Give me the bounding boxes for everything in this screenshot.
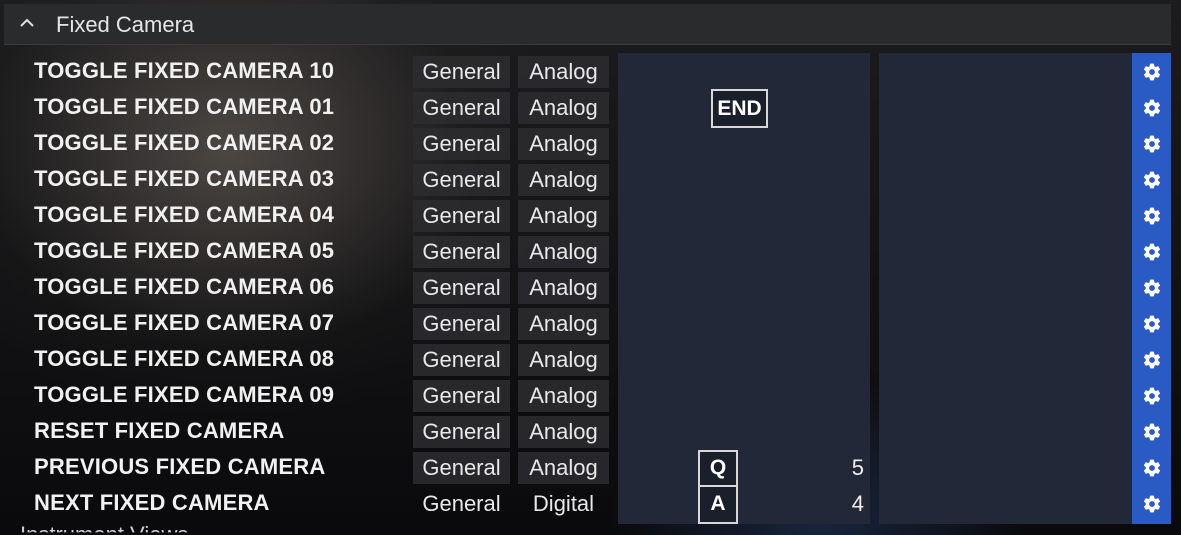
input-type-cell: Analog xyxy=(518,200,609,232)
gear-icon[interactable] xyxy=(1132,126,1171,162)
input-type-cell: Analog xyxy=(518,56,609,88)
chevron-up-icon[interactable] xyxy=(18,14,36,32)
category-cell: General xyxy=(413,128,510,160)
table-row[interactable]: TOGGLE FIXED CAMERA 08 General Analog xyxy=(0,342,1181,378)
category-cell: General xyxy=(413,164,510,196)
gear-icon[interactable] xyxy=(1132,342,1171,378)
section-title: Fixed Camera xyxy=(56,12,195,37)
input-type-cell: Digital xyxy=(532,491,595,516)
binding-key-q[interactable]: Q xyxy=(698,450,738,486)
category-cell: General xyxy=(413,200,510,232)
gear-icon[interactable] xyxy=(1132,234,1171,270)
table-row[interactable]: TOGGLE FIXED CAMERA 10 General Analog xyxy=(0,54,1181,90)
table-row[interactable]: TOGGLE FIXED CAMERA 09 General Analog xyxy=(0,378,1181,414)
category-cell: General xyxy=(413,416,510,448)
gear-icon[interactable] xyxy=(1132,450,1171,486)
category-cell: General xyxy=(422,491,501,516)
control-name: TOGGLE FIXED CAMERA 10 xyxy=(34,58,335,83)
category-cell: General xyxy=(413,344,510,376)
binding-key-end[interactable]: END xyxy=(711,89,768,128)
input-type-cell: Analog xyxy=(518,164,609,196)
input-type-cell: Analog xyxy=(518,128,609,160)
category-cell: General xyxy=(413,92,510,124)
input-type-cell: Analog xyxy=(518,92,609,124)
control-name: RESET FIXED CAMERA xyxy=(34,418,285,443)
table-row[interactable]: PREVIOUS FIXED CAMERA General Analog xyxy=(0,450,1181,486)
table-row[interactable]: TOGGLE FIXED CAMERA 03 General Analog xyxy=(0,162,1181,198)
table-row[interactable]: RESET FIXED CAMERA General Analog xyxy=(0,414,1181,450)
table-row[interactable]: TOGGLE FIXED CAMERA 05 General Analog xyxy=(0,234,1181,270)
control-name: TOGGLE FIXED CAMERA 09 xyxy=(34,382,335,407)
input-type-cell: Analog xyxy=(518,272,609,304)
gear-icon[interactable] xyxy=(1132,486,1171,522)
category-cell: General xyxy=(413,272,510,304)
category-cell: General xyxy=(413,308,510,340)
table-row[interactable]: TOGGLE FIXED CAMERA 04 General Analog xyxy=(0,198,1181,234)
control-name: TOGGLE FIXED CAMERA 04 xyxy=(34,202,335,227)
input-type-cell: Analog xyxy=(518,380,609,412)
gear-icon[interactable] xyxy=(1132,198,1171,234)
table-row[interactable]: TOGGLE FIXED CAMERA 07 General Analog xyxy=(0,306,1181,342)
table-row[interactable]: TOGGLE FIXED CAMERA 02 General Analog xyxy=(0,126,1181,162)
control-name: TOGGLE FIXED CAMERA 02 xyxy=(34,130,335,155)
binding-key-a[interactable]: A xyxy=(698,486,738,524)
input-type-cell: Analog xyxy=(518,344,609,376)
control-name: TOGGLE FIXED CAMERA 05 xyxy=(34,238,335,263)
category-cell: General xyxy=(413,236,510,268)
category-cell: General xyxy=(413,452,510,484)
control-name: NEXT FIXED CAMERA xyxy=(34,490,270,515)
category-cell: General xyxy=(413,380,510,412)
input-type-cell: Analog xyxy=(518,308,609,340)
control-name: TOGGLE FIXED CAMERA 03 xyxy=(34,166,335,191)
table-row[interactable]: NEXT FIXED CAMERA General Digital xyxy=(0,486,1181,522)
gear-icon[interactable] xyxy=(1132,270,1171,306)
input-type-cell: Analog xyxy=(518,452,609,484)
category-cell: General xyxy=(413,56,510,88)
control-name: PREVIOUS FIXED CAMERA xyxy=(34,454,326,479)
input-type-cell: Analog xyxy=(518,416,609,448)
gear-icon[interactable] xyxy=(1132,90,1171,126)
gear-icon[interactable] xyxy=(1132,414,1171,450)
control-name: TOGGLE FIXED CAMERA 01 xyxy=(34,94,335,119)
table-row[interactable]: TOGGLE FIXED CAMERA 01 General Analog xyxy=(0,90,1181,126)
gear-icon[interactable] xyxy=(1132,54,1171,90)
control-name: TOGGLE FIXED CAMERA 07 xyxy=(34,310,335,335)
section-header-fixed-camera[interactable]: Fixed Camera xyxy=(4,4,1171,45)
table-row[interactable]: TOGGLE FIXED CAMERA 06 General Analog xyxy=(0,270,1181,306)
gear-icon[interactable] xyxy=(1132,306,1171,342)
control-name: TOGGLE FIXED CAMERA 06 xyxy=(34,274,335,299)
control-name: TOGGLE FIXED CAMERA 08 xyxy=(34,346,335,371)
gear-icon[interactable] xyxy=(1132,162,1171,198)
input-type-cell: Analog xyxy=(518,236,609,268)
gear-icon[interactable] xyxy=(1132,378,1171,414)
binding-value: 5 xyxy=(851,455,864,480)
binding-value: 4 xyxy=(851,491,864,516)
